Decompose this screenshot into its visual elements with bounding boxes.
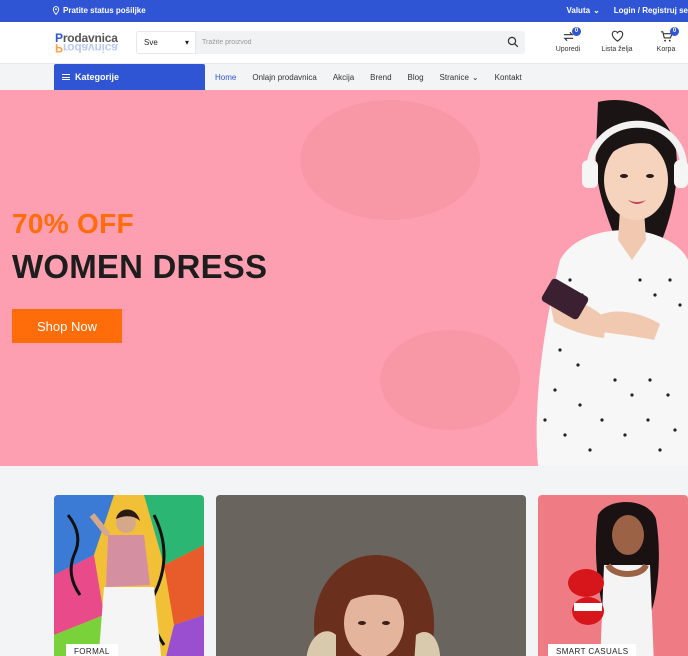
search-bar: Sve ▾ [136, 31, 525, 54]
header: Prodavnica Prodavnica Sve ▾ 0 Uporedi Li… [0, 22, 688, 64]
hero-discount: 70% OFF [12, 208, 134, 239]
background-texture [300, 100, 480, 220]
main-nav: Kategorije Home Onlajn prodavnica Akcija… [0, 64, 688, 90]
shop-now-button[interactable]: Shop Now [12, 309, 122, 343]
category-select[interactable]: Sve ▾ [136, 31, 196, 54]
categories-label: Kategorije [75, 72, 120, 82]
nav-item-online-shop[interactable]: Onlajn prodavnica [252, 73, 316, 82]
banner-formal[interactable]: FORMAL [54, 495, 204, 656]
compare-button[interactable]: 0 Uporedi [548, 27, 588, 53]
compare-count-badge: 0 [572, 27, 581, 36]
nav-item-sale[interactable]: Akcija [333, 73, 354, 82]
promo-banners: FORMAL SMART CASUALS [0, 466, 688, 656]
banner-featured-image [216, 495, 526, 656]
wishlist-label: Lista želja [601, 46, 633, 53]
categories-button[interactable]: Kategorije [54, 64, 205, 90]
heart-icon [611, 30, 623, 42]
currency-label: Valuta [566, 6, 591, 15]
nav-item-pages[interactable]: Stranice ⌄ [440, 73, 479, 82]
top-bar: Pratite status pošiljke Valuta ⌄ Login /… [0, 0, 688, 22]
background-texture [380, 330, 520, 430]
currency-dropdown[interactable]: Valuta ⌄ [566, 6, 599, 15]
login-register-link[interactable]: Login / Registruj se [614, 6, 688, 15]
nav-item-pages-label: Stranice [439, 72, 469, 82]
banner-formal-tag: FORMAL [66, 644, 118, 656]
chevron-down-icon: ⌄ [471, 72, 479, 82]
location-pin-icon [52, 6, 60, 15]
banner-featured[interactable] [216, 495, 526, 656]
nav-menu: Home Onlajn prodavnica Akcija Brend Blog… [215, 64, 538, 90]
hero-title: WOMEN DRESS [12, 248, 268, 285]
nav-item-contact[interactable]: Kontakt [495, 73, 522, 82]
logo-reflection: Prodavnica [55, 41, 118, 55]
cart-button[interactable]: 0 Korpa [646, 27, 686, 53]
cart-count-badge: 0 [670, 27, 679, 36]
banner-smart-casuals-image [538, 495, 688, 656]
search-input[interactable] [202, 36, 492, 49]
logo[interactable]: Prodavnica Prodavnica [55, 31, 125, 55]
nav-item-blog[interactable]: Blog [408, 73, 424, 82]
chevron-down-icon: ▾ [184, 38, 189, 47]
banner-smart-casuals-tag: SMART CASUALS [548, 644, 637, 656]
hero-model-image [536, 100, 688, 466]
track-order-label: Pratite status pošiljke [63, 6, 146, 15]
compare-label: Uporedi [555, 46, 581, 53]
category-select-value: Sve [144, 38, 158, 47]
chevron-down-icon: ⌄ [593, 6, 600, 15]
nav-item-brand[interactable]: Brend [370, 73, 391, 82]
hero-banner: 70% OFF WOMEN DRESS Shop Now [0, 90, 688, 466]
banner-formal-image [54, 495, 204, 656]
banner-smart-casuals[interactable]: SMART CASUALS [538, 495, 688, 656]
hamburger-icon [62, 74, 70, 80]
cart-label: Korpa [656, 46, 676, 53]
track-order-link[interactable]: Pratite status pošiljke [52, 6, 146, 15]
wishlist-button[interactable]: Lista želja [597, 30, 637, 53]
search-icon[interactable] [507, 36, 519, 48]
nav-item-home[interactable]: Home [215, 73, 236, 82]
